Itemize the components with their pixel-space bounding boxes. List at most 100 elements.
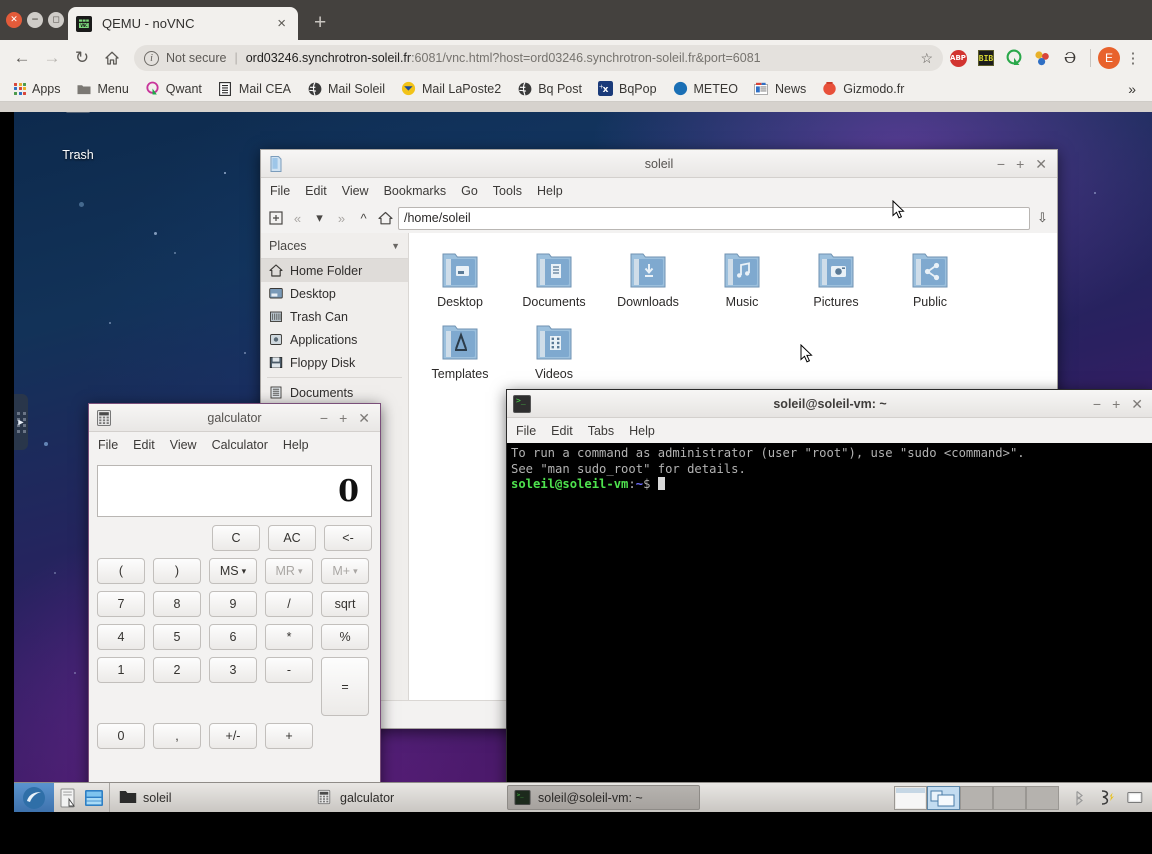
workspace-1[interactable] [894, 785, 927, 810]
desktop-icon-trash[interactable]: Trash [36, 112, 120, 162]
key-2[interactable]: 2 [153, 657, 201, 683]
key-6[interactable]: 6 [209, 624, 257, 650]
key-7[interactable]: 7 [97, 591, 145, 617]
minimize-icon[interactable]: − [1093, 397, 1101, 411]
bib-extension-icon[interactable]: BIB [973, 45, 999, 71]
bookmark-gizmodo[interactable]: Gizmodo.fr [814, 79, 912, 98]
file-item-desktop[interactable]: Desktop [413, 243, 507, 315]
key-divide[interactable]: / [265, 591, 313, 617]
close-window-button[interactable]: ✕ [6, 12, 22, 28]
workspace-2[interactable] [927, 785, 960, 810]
sidebar-item-trash-can[interactable]: Trash Can [261, 305, 408, 328]
file-item-pictures[interactable]: Pictures [789, 243, 883, 315]
key-all-clear[interactable]: AC [268, 525, 316, 551]
bookmark-qwant[interactable]: Qwant [137, 79, 210, 98]
key-backspace[interactable]: <- [324, 525, 372, 551]
minimize-window-button[interactable]: − [27, 12, 43, 28]
chevron-down-icon[interactable]: ▼ [391, 241, 400, 251]
home-icon[interactable] [376, 207, 395, 229]
workspace-5[interactable] [1026, 785, 1059, 810]
key-sign[interactable]: +/- [209, 723, 257, 749]
home-icon[interactable] [98, 44, 126, 72]
taskbar-item-terminal[interactable]: >_ soleil@soleil-vm: ~ [507, 785, 700, 810]
close-icon[interactable]: ✕ [1131, 397, 1143, 411]
workspace-4[interactable] [993, 785, 1026, 810]
key-plus[interactable]: + [265, 723, 313, 749]
start-menu-button[interactable] [14, 783, 54, 812]
menu-edit[interactable]: Edit [133, 438, 155, 452]
adblock-plus-icon[interactable]: ABP [945, 45, 971, 71]
terminal-window[interactable]: >_ soleil@soleil-vm: ~ − + ✕ File Edit T… [506, 389, 1152, 812]
sidebar-item-applications[interactable]: Applications [261, 328, 408, 351]
bookmark-news[interactable]: News [746, 79, 814, 98]
back-icon[interactable]: ← [8, 44, 36, 72]
menu-bookmarks[interactable]: Bookmarks [384, 184, 447, 198]
tab-close-icon[interactable]: × [273, 15, 290, 32]
bookmark-mail-soleil[interactable]: Mail Soleil [299, 79, 393, 98]
browser-menu-icon[interactable]: ⋮ [1122, 51, 1144, 66]
key-close-paren[interactable]: ) [153, 558, 201, 584]
bookmark-bq-post[interactable]: Bq Post [509, 79, 590, 98]
bluetooth-icon[interactable] [1070, 789, 1088, 807]
menu-tabs[interactable]: Tabs [588, 424, 614, 438]
menu-tools[interactable]: Tools [493, 184, 522, 198]
key-9[interactable]: 9 [209, 591, 257, 617]
sidebar-header[interactable]: Places ▼ [261, 233, 408, 259]
menu-file[interactable]: File [516, 424, 536, 438]
close-icon[interactable]: ✕ [358, 411, 370, 425]
menu-view[interactable]: View [342, 184, 369, 198]
bookmark-bqpop[interactable]: x + BqPop [590, 79, 665, 98]
workspace-3[interactable] [960, 785, 993, 810]
gnome-extension-icon[interactable]: Ə [1057, 45, 1083, 71]
maximize-icon[interactable]: + [1016, 157, 1024, 171]
site-info-icon[interactable]: i [144, 50, 159, 66]
taskbar-item-soleil[interactable]: soleil [113, 785, 306, 810]
bookmarks-overflow-icon[interactable]: » [1118, 81, 1146, 97]
history-dropdown-icon[interactable]: ▾ [310, 207, 329, 229]
bookmark-star-icon[interactable]: ☆ [912, 50, 933, 67]
back-icon[interactable]: « [288, 207, 307, 229]
terminal-titlebar[interactable]: >_ soleil@soleil-vm: ~ − + ✕ [507, 390, 1152, 418]
key-percent[interactable]: % [321, 624, 369, 650]
bookmark-meteo[interactable]: METEO [665, 79, 746, 98]
key-memory-recall[interactable]: MR ▾ [265, 558, 313, 584]
menu-help[interactable]: Help [537, 184, 563, 198]
sidebar-item-floppy-disk[interactable]: Floppy Disk [261, 351, 408, 374]
bookmark-apps[interactable]: Apps [6, 80, 69, 98]
menu-edit[interactable]: Edit [305, 184, 327, 198]
key-memory-add[interactable]: M+ ▾ [321, 558, 369, 584]
calculator-titlebar[interactable]: galculator − + ✕ [89, 404, 380, 432]
file-item-videos[interactable]: Videos [507, 315, 601, 387]
sidebar-item-desktop[interactable]: Desktop [261, 282, 408, 305]
terminal-screen[interactable]: To run a command as administrator (user … [507, 443, 1152, 812]
profile-avatar[interactable]: E [1098, 47, 1120, 69]
molecule-extension-icon[interactable] [1029, 45, 1055, 71]
key-sqrt[interactable]: sqrt [321, 591, 369, 617]
minimize-icon[interactable]: − [997, 157, 1005, 171]
file-item-documents[interactable]: Documents [507, 243, 601, 315]
key-equals[interactable]: = [321, 657, 369, 716]
bookmark-mail-cea[interactable]: Mail CEA [210, 79, 299, 98]
go-icon[interactable]: ⇩ [1033, 207, 1052, 229]
file-item-downloads[interactable]: Downloads [601, 243, 695, 315]
bookmark-menu[interactable]: Menu [69, 79, 137, 98]
key-5[interactable]: 5 [153, 624, 201, 650]
qwant-extension-icon[interactable] [1001, 45, 1027, 71]
menu-go[interactable]: Go [461, 184, 478, 198]
new-tab-icon[interactable] [266, 207, 285, 229]
maximize-icon[interactable]: + [1112, 397, 1120, 411]
key-3[interactable]: 3 [209, 657, 257, 683]
file-manager-launcher[interactable] [58, 787, 80, 809]
calculator-window[interactable]: galculator − + ✕ File Edit View Calculat… [88, 403, 381, 812]
key-memory-store[interactable]: MS ▾ [209, 558, 257, 584]
key-open-paren[interactable]: ( [97, 558, 145, 584]
maximize-icon[interactable]: + [339, 411, 347, 425]
up-icon[interactable]: ^ [354, 207, 373, 229]
taskbar-item-galculator[interactable]: galculator [310, 785, 503, 810]
power-icon[interactable] [1098, 789, 1116, 807]
file-item-music[interactable]: Music [695, 243, 789, 315]
menu-calculator[interactable]: Calculator [212, 438, 268, 452]
forward-icon[interactable]: » [332, 207, 351, 229]
file-item-public[interactable]: Public [883, 243, 977, 315]
key-clear[interactable]: C [212, 525, 260, 551]
